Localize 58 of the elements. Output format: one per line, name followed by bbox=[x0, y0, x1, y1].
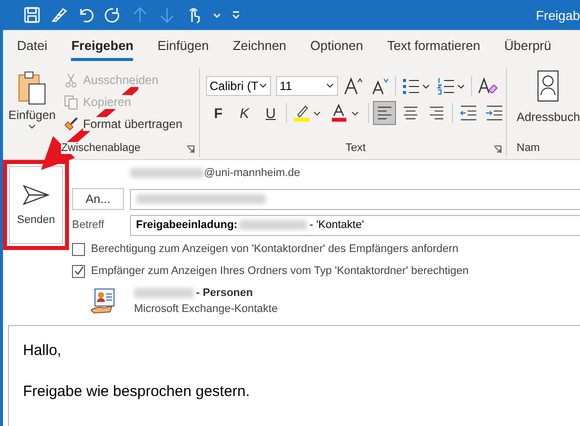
to-field[interactable] bbox=[130, 188, 580, 210]
group-label: Nam bbox=[516, 142, 540, 154]
ribbon-tab[interactable]: Datei bbox=[17, 32, 48, 60]
dialog-launcher-icon[interactable] bbox=[186, 145, 195, 154]
address-book-button[interactable]: Adressbuch bbox=[516, 68, 580, 139]
group-label: Zwischenablage bbox=[61, 142, 141, 154]
ribbon-tab[interactable]: Zeichnen bbox=[232, 32, 286, 60]
font-name-dropdown[interactable]: Calibri (T bbox=[206, 76, 271, 96]
checkbox-label: Berechtigung zum Anzeigen von 'Kontaktordner' des Empfängers anfordern bbox=[91, 243, 458, 255]
subject-label: Betreff bbox=[72, 219, 106, 231]
send-icon bbox=[22, 184, 50, 206]
shrink-font-icon[interactable] bbox=[370, 76, 390, 96]
checkbox-label: Empfänger zum Anzeigen Ihres Ordners vom Typ 'Kontaktordner' berechtigen bbox=[91, 265, 469, 277]
align-left-icon[interactable] bbox=[374, 102, 395, 124]
window-title: Freigab bbox=[536, 8, 580, 22]
attachment-title: - Personen bbox=[196, 287, 253, 299]
caret-icon bbox=[258, 83, 267, 89]
underline-button[interactable]: U bbox=[260, 105, 282, 121]
bold-button[interactable]: F bbox=[208, 105, 229, 121]
paste-button[interactable]: Einfügen bbox=[3, 68, 61, 139]
save-icon[interactable] bbox=[23, 6, 41, 24]
italic-button[interactable]: K bbox=[234, 105, 256, 121]
subject-text: - 'Kontakte' bbox=[309, 219, 364, 231]
send-button[interactable]: Senden bbox=[9, 166, 63, 244]
body-text: Hallo, bbox=[23, 342, 62, 359]
group-label: Text bbox=[346, 142, 366, 154]
subject-field[interactable]: Freigabeeinladung: - 'Kontakte' bbox=[130, 214, 580, 236]
redacted-text bbox=[134, 288, 194, 298]
sender-address: @uni-mannheim.de bbox=[204, 167, 300, 179]
caret-icon bbox=[326, 83, 334, 89]
subject-text: Freigabeeinladung: bbox=[136, 219, 238, 231]
ribbon-tab[interactable]: Überprü bbox=[504, 32, 552, 60]
clipboard-icon bbox=[17, 70, 47, 106]
clear-formatting-icon[interactable] bbox=[476, 76, 499, 96]
attachment-subtitle: Microsoft Exchange-Kontakte bbox=[134, 303, 278, 315]
redo-icon[interactable] bbox=[104, 6, 122, 24]
to-button[interactable]: An... bbox=[72, 188, 124, 210]
checkbox[interactable] bbox=[72, 242, 85, 256]
body-text: Freigabe wie besprochen gestern. bbox=[23, 383, 251, 400]
contact-card-icon bbox=[90, 288, 116, 314]
font-size-dropdown[interactable]: 11 bbox=[276, 76, 338, 96]
pen-icon[interactable] bbox=[50, 6, 68, 24]
copy-icon bbox=[63, 94, 79, 110]
ribbon-tab[interactable]: Text formatieren bbox=[387, 32, 480, 60]
message-body[interactable]: Hallo, Freigabe wie besprochen gestern. bbox=[8, 325, 580, 426]
scissors-icon bbox=[63, 72, 79, 88]
ribbon-tab[interactable]: Optionen bbox=[310, 32, 364, 60]
decrease-indent-icon[interactable] bbox=[458, 103, 480, 123]
redacted-text bbox=[239, 220, 308, 230]
dialog-launcher-icon[interactable] bbox=[492, 145, 502, 154]
address-book-icon bbox=[537, 70, 560, 102]
bullet-list-icon[interactable] bbox=[400, 76, 431, 96]
checkbox[interactable] bbox=[72, 264, 85, 278]
caret-icon bbox=[27, 124, 37, 130]
grow-font-icon[interactable] bbox=[342, 76, 365, 96]
numbered-list-icon[interactable] bbox=[436, 76, 466, 96]
ribbon-tab[interactable]: Einfügen bbox=[157, 32, 209, 60]
paintbrush-icon bbox=[63, 116, 79, 132]
